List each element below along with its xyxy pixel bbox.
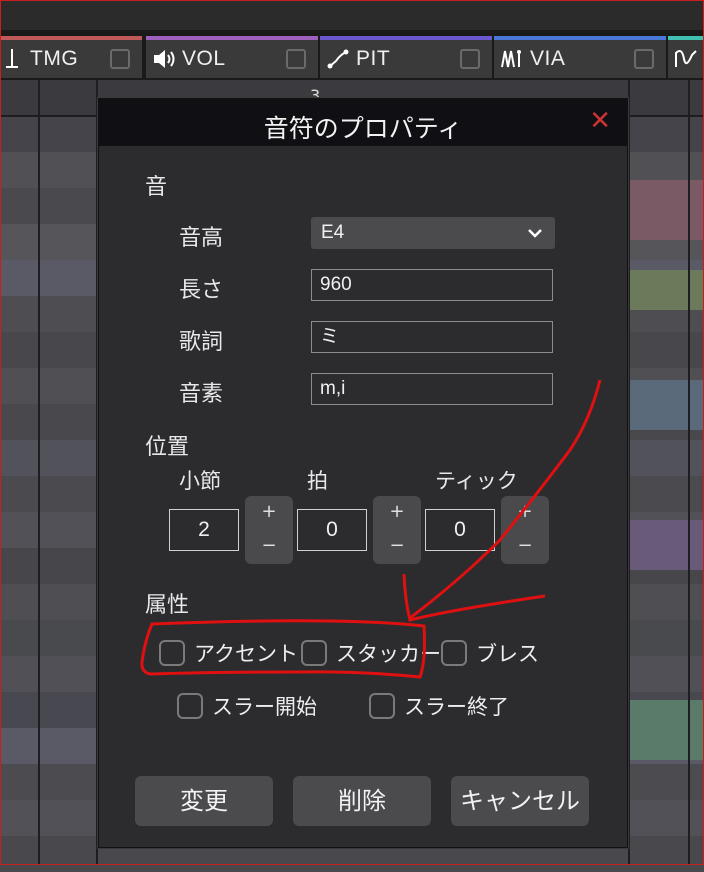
- tab-label: TMG: [30, 47, 79, 70]
- decrement-button[interactable]: −: [373, 530, 421, 564]
- pitch-label: 音高: [179, 226, 224, 251]
- checkbox-box[interactable]: [159, 640, 185, 666]
- slur-start-checkbox[interactable]: スラー開始: [177, 691, 317, 721]
- slur-end-label: スラー終了: [404, 695, 509, 719]
- note-block[interactable]: [630, 520, 704, 570]
- delete-button[interactable]: 削除: [293, 776, 431, 826]
- checkbox-box[interactable]: [369, 693, 395, 719]
- increment-button[interactable]: +: [245, 496, 293, 530]
- tab-toggle-checkbox[interactable]: [460, 49, 480, 69]
- tab-toggle-checkbox[interactable]: [286, 49, 306, 69]
- dialog-titlebar: 音符のプロパティ ✕: [99, 99, 627, 146]
- measure-label: 小節: [179, 469, 221, 493]
- breath-checkbox[interactable]: ブレス: [441, 638, 539, 668]
- slur-end-checkbox[interactable]: スラー終了: [369, 691, 509, 721]
- dialog-title: 音符のプロパティ: [263, 114, 463, 143]
- wave-icon: [674, 47, 698, 71]
- beat-stepper[interactable]: + −: [373, 496, 421, 564]
- tick-stepper[interactable]: + −: [501, 496, 549, 564]
- pitch-select[interactable]: E4: [311, 217, 555, 249]
- speaker-icon: [152, 47, 176, 71]
- section-position: 位置: [145, 435, 190, 460]
- close-icon[interactable]: ✕: [589, 107, 611, 135]
- checkbox-box[interactable]: [301, 640, 327, 666]
- accent-label: アクセント: [194, 642, 298, 666]
- tab-label: VOL: [182, 47, 226, 70]
- tick-label: ティック: [435, 469, 518, 493]
- measure-input[interactable]: 2: [169, 509, 239, 551]
- checkbox-box[interactable]: [177, 693, 203, 719]
- note-block[interactable]: [630, 270, 704, 310]
- staccato-checkbox[interactable]: スタッカート: [301, 638, 462, 668]
- beat-label: 拍: [307, 469, 328, 493]
- increment-button[interactable]: +: [501, 496, 549, 530]
- chevron-down-icon: [527, 217, 543, 259]
- tab-label: VIA: [530, 47, 566, 70]
- phoneme-field[interactable]: m,i: [311, 373, 553, 405]
- tempo-icon: [0, 47, 24, 71]
- grid-line: [688, 80, 690, 865]
- apply-button[interactable]: 変更: [135, 776, 273, 826]
- tick-input[interactable]: 0: [425, 509, 495, 551]
- length-label: 長さ: [179, 278, 224, 303]
- decrement-button[interactable]: −: [501, 530, 549, 564]
- decrement-button[interactable]: −: [245, 530, 293, 564]
- tab-tmg[interactable]: TMG: [0, 36, 142, 78]
- note-block[interactable]: [630, 700, 704, 760]
- tab-toggle-checkbox[interactable]: [634, 49, 654, 69]
- increment-button[interactable]: +: [373, 496, 421, 530]
- note-block[interactable]: [630, 180, 704, 240]
- slur-start-label: スラー開始: [212, 695, 317, 719]
- tab-vol[interactable]: VOL: [146, 36, 318, 78]
- tab-toggle-checkbox[interactable]: [110, 49, 130, 69]
- vibrato-icon: [500, 47, 524, 71]
- section-sound: 音: [145, 175, 168, 200]
- window-top-strip: [0, 0, 704, 30]
- tab-pit[interactable]: PIT: [320, 36, 492, 78]
- beat-input[interactable]: 0: [297, 509, 367, 551]
- grid-line: [628, 80, 630, 865]
- pitch-curve-icon: [326, 47, 350, 71]
- lyric-label: 歌詞: [179, 330, 224, 355]
- lyric-field[interactable]: ミ: [311, 321, 553, 353]
- accent-checkbox[interactable]: アクセント: [159, 638, 298, 668]
- checkbox-box[interactable]: [441, 640, 467, 666]
- phoneme-label: 音素: [179, 382, 224, 407]
- section-attributes: 属性: [145, 593, 190, 618]
- cancel-button[interactable]: キャンセル: [451, 776, 589, 826]
- length-field[interactable]: 960: [311, 269, 553, 301]
- note-block[interactable]: [630, 380, 704, 430]
- expression-tab-bar: TMG VOL PIT VIA: [0, 30, 704, 80]
- note-properties-dialog: 音符のプロパティ ✕ 音 音高 E4 長さ 960 歌詞 ミ 音素 m,i 位置…: [98, 98, 628, 848]
- breath-label: ブレス: [476, 642, 539, 666]
- tab-wave[interactable]: [668, 36, 704, 78]
- pitch-select-value: E4: [321, 222, 345, 243]
- grid-line: [38, 80, 40, 865]
- measure-stepper[interactable]: + −: [245, 496, 293, 564]
- tab-label: PIT: [356, 47, 391, 70]
- tab-via[interactable]: VIA: [494, 36, 666, 78]
